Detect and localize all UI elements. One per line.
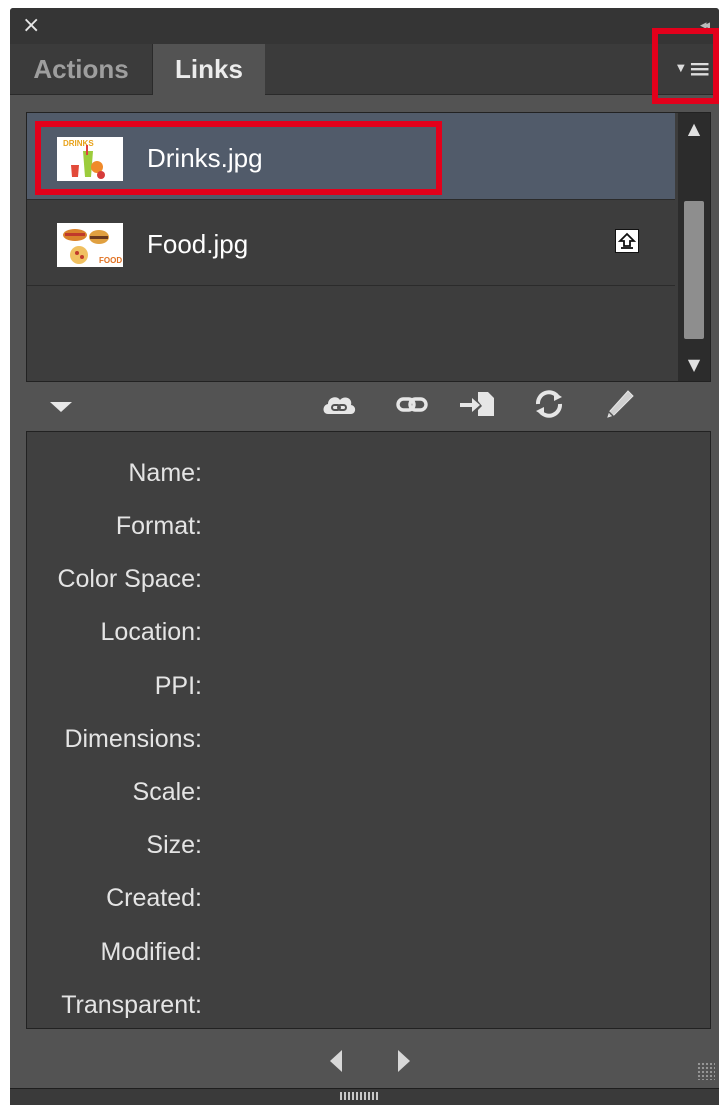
panel-title-bar: × ◂◂ <box>10 8 719 44</box>
info-ppi-label: PPI: <box>154 672 202 700</box>
update-link-icon[interactable] <box>530 388 570 420</box>
list-scrollbar[interactable]: ▲ ▼ <box>678 113 710 381</box>
tab-actions[interactable]: Actions <box>10 44 153 94</box>
scroll-thumb[interactable] <box>684 201 704 339</box>
link-row-food[interactable]: FOOD Food.jpg <box>27 199 675 286</box>
panel-resize-handle[interactable] <box>340 1092 380 1100</box>
resize-grip-icon[interactable] <box>697 1062 715 1080</box>
info-location-label: Location: <box>100 618 202 646</box>
info-size-label: Size: <box>146 831 202 859</box>
collapse-icon[interactable]: ◂◂ <box>700 18 710 33</box>
links-toolbar <box>10 380 719 428</box>
panel-menu-icon[interactable]: ▼ ≡ <box>675 55 713 84</box>
panel-footer <box>10 1036 719 1084</box>
modified-link-icon[interactable] <box>615 229 639 253</box>
tab-bar: Actions Links ▼ ≡ <box>10 44 719 95</box>
info-created-label: Created: <box>106 884 202 912</box>
info-dimensions-label: Dimensions: <box>64 725 202 753</box>
food-thumbnail: FOOD <box>57 223 123 267</box>
thumb-label: FOOD <box>99 256 122 265</box>
relink-icon[interactable] <box>392 388 432 420</box>
info-modified-label: Modified: <box>100 938 202 966</box>
close-icon[interactable]: × <box>22 14 40 38</box>
info-color-space-label: Color Space: <box>57 565 202 593</box>
link-row-drinks[interactable]: DRINKS Drinks.jpg <box>27 113 675 200</box>
info-format-label: Format: <box>115 512 202 540</box>
link-name: Food.jpg <box>147 229 249 259</box>
menu-lines-icon: ≡ <box>688 52 712 85</box>
link-info-section: Name: Format: Color Space: Location: PPI… <box>26 431 711 1029</box>
tab-links[interactable]: Links <box>153 44 265 95</box>
info-scale-label: Scale: <box>132 778 202 806</box>
links-list: DRINKS Drinks.jpg FOOD Food.jpg ▲ ▼ <box>26 112 711 382</box>
info-name-label: Name: <box>128 459 202 487</box>
panel-bottom-bar <box>10 1088 719 1105</box>
scroll-up-icon[interactable]: ▲ <box>678 115 710 143</box>
scroll-down-icon[interactable]: ▼ <box>678 351 710 379</box>
cc-library-link-icon[interactable] <box>320 388 360 420</box>
go-to-link-icon[interactable] <box>458 388 498 420</box>
info-transparent-label: Transparent: <box>61 991 202 1019</box>
show-info-disclosure-icon[interactable] <box>50 402 72 412</box>
link-name: Drinks.jpg <box>147 143 263 173</box>
drinks-thumbnail: DRINKS <box>57 137 123 181</box>
menu-dropdown-arrow-icon: ▼ <box>677 63 685 74</box>
next-link-icon[interactable] <box>398 1050 410 1072</box>
previous-link-icon[interactable] <box>330 1050 342 1072</box>
thumb-label: DRINKS <box>63 139 94 148</box>
links-panel: × ◂◂ Actions Links ▼ ≡ DRINKS Drinks.jpg… <box>10 8 719 1105</box>
edit-original-icon[interactable] <box>600 388 640 420</box>
